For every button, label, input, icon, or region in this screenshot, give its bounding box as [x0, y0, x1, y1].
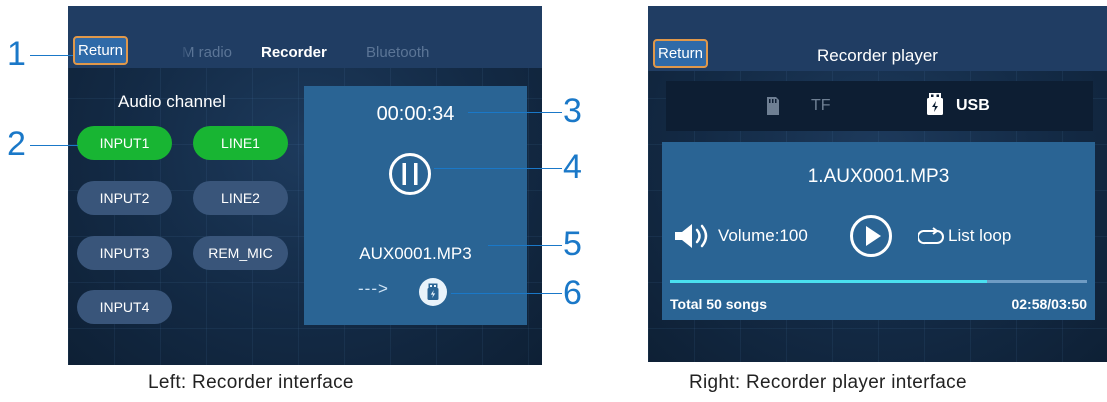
- callout-5: 5: [563, 225, 582, 263]
- channel-input3[interactable]: INPUT3: [77, 236, 172, 270]
- channel-input4[interactable]: INPUT4: [77, 290, 172, 324]
- progress-track[interactable]: [670, 280, 1087, 283]
- recorder-player-screen: Return Recorder player TF USB 1.AUX0001.…: [648, 6, 1107, 362]
- callout-3-line: [468, 112, 562, 113]
- tab-bluetooth[interactable]: Bluetooth: [366, 44, 429, 61]
- usb-icon[interactable]: [925, 92, 945, 116]
- pause-icon[interactable]: [388, 152, 432, 196]
- callout-2: 2: [7, 125, 26, 163]
- usb-icon: [419, 278, 447, 306]
- callout-1-line: [30, 55, 73, 56]
- source-bar: TF USB: [666, 81, 1093, 131]
- progress-fill: [670, 280, 987, 283]
- track-title: 1.AUX0001.MP3: [807, 166, 950, 187]
- recording-panel: 00:00:34 AUX0001.MP3 --->: [304, 86, 527, 325]
- caption-right: Right: Recorder player interface: [689, 372, 967, 393]
- callout-6-line: [451, 293, 562, 294]
- tab-fade-left: [178, 40, 192, 62]
- playback-time: 02:58/03:50: [1011, 296, 1087, 312]
- channel-input1[interactable]: INPUT1: [77, 126, 172, 160]
- channel-input2[interactable]: INPUT2: [77, 181, 172, 215]
- recorder-screen: Return M radio Recorder Bluetooth Audio …: [68, 6, 542, 365]
- callout-5-line: [488, 245, 562, 246]
- recording-filename: AUX0001.MP3: [359, 244, 472, 263]
- audio-channel-title: Audio channel: [118, 92, 226, 111]
- source-tf[interactable]: TF: [811, 97, 831, 115]
- tab-recorder[interactable]: Recorder: [261, 44, 327, 61]
- play-icon[interactable]: [849, 214, 893, 258]
- speaker-icon[interactable]: [673, 223, 713, 249]
- callout-4: 4: [563, 148, 582, 186]
- recording-timer: 00:00:34: [376, 103, 455, 125]
- caption-left: Left: Recorder interface: [148, 372, 354, 393]
- callout-3: 3: [563, 92, 582, 130]
- volume-label: Volume:100: [718, 226, 808, 245]
- callout-1: 1: [7, 35, 26, 73]
- page-title: Recorder player: [817, 46, 938, 65]
- channel-line1[interactable]: LINE1: [193, 126, 288, 160]
- loop-icon[interactable]: [918, 227, 944, 247]
- callout-4-line: [434, 168, 562, 169]
- return-button[interactable]: Return: [73, 36, 129, 65]
- sd-card-icon[interactable]: [765, 96, 781, 116]
- callout-2-line: [30, 145, 78, 146]
- channel-line2[interactable]: LINE2: [193, 181, 288, 215]
- callout-6: 6: [563, 274, 582, 312]
- player-panel: 1.AUX0001.MP3 Volume:100 List loop Total…: [662, 142, 1095, 320]
- source-usb[interactable]: USB: [956, 97, 990, 115]
- tab-fade-right: [436, 40, 454, 62]
- total-songs: Total 50 songs: [670, 296, 767, 312]
- save-arrow: --->: [358, 279, 389, 298]
- loop-mode[interactable]: List loop: [948, 226, 1011, 246]
- channel-rem-mic[interactable]: REM_MIC: [193, 236, 288, 270]
